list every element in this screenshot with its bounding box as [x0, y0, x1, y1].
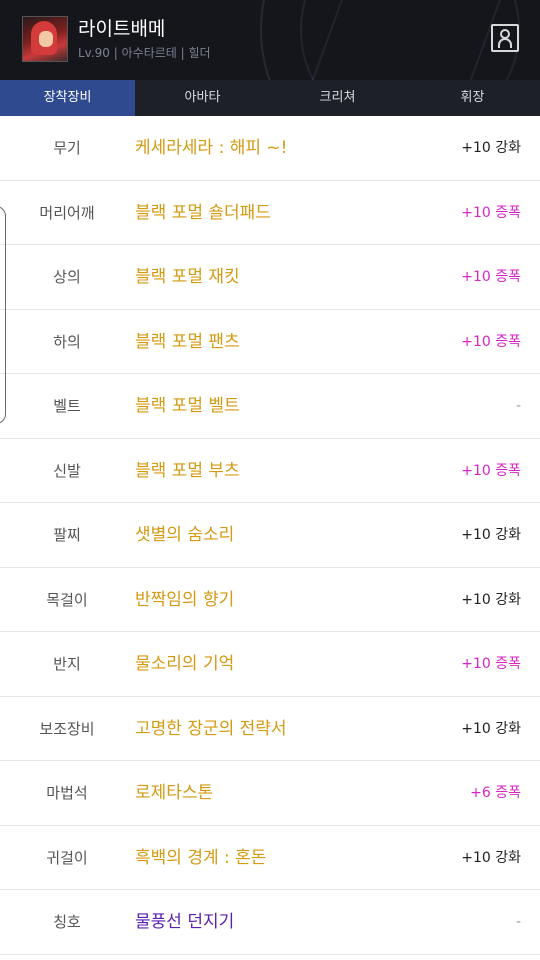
equipment-item-name: 블랙 포멀 벨트	[135, 396, 240, 416]
equipment-slot: 보조장비	[39, 719, 95, 738]
tab-equipment[interactable]: 장착장비	[0, 80, 135, 116]
equipment-slot: 반지	[53, 655, 81, 673]
equipment-row[interactable]: 무기 케세라세라 : 해피 ~! +10 강화	[0, 116, 540, 181]
equipment-row[interactable]: 상의 블랙 포멀 재킷 +10 증폭	[0, 245, 540, 310]
equipment-upgrade: +10 증폭	[461, 269, 521, 285]
character-avatar[interactable]	[22, 16, 68, 62]
tab-creature[interactable]: 크리쳐	[270, 80, 405, 116]
tab-avatar[interactable]: 아바타	[135, 80, 270, 116]
equipment-slot: 귀걸이	[46, 848, 88, 867]
equipment-slot: 하의	[53, 332, 81, 351]
equipment-item-name: 샛별의 숨소리	[135, 525, 235, 545]
equipment-row[interactable]: 벨트 블랙 포멀 벨트 -	[0, 374, 540, 439]
equipment-row[interactable]: 하의 블랙 포멀 팬츠 +10 증폭	[0, 310, 540, 374]
equipment-row[interactable]: 반지 물소리의 기억 +10 증폭	[0, 632, 540, 697]
equipment-upgrade: +10 강화	[461, 527, 521, 543]
equipment-item-name: 블랙 포멀 숄더패드	[135, 202, 271, 223]
character-name: 라이트배메	[78, 18, 166, 40]
equipment-item-name: 블랙 포멀 부츠	[135, 460, 240, 481]
equipment-slot: 마법석	[46, 784, 88, 802]
equipment-row[interactable]: 귀걸이 흑백의 경계 : 혼돈 +10 강화	[0, 826, 540, 890]
equipment-upgrade: +10 증폭	[461, 204, 521, 221]
equipment-upgrade: +10 강화	[461, 720, 521, 737]
equipment-item-name: 로제타스톤	[135, 783, 214, 803]
equipment-item-name: 흑백의 경계 : 혼돈	[135, 847, 267, 868]
equipment-list: 무기 케세라세라 : 해피 ~! +10 강화 머리어깨 블랙 포멀 숄더패드 …	[0, 116, 540, 955]
equipment-row[interactable]: 목걸이 반짝임의 향기 +10 강화	[0, 568, 540, 632]
equipment-item-name: 블랙 포멀 재킷	[135, 267, 240, 287]
equipment-upgrade: +10 강화	[461, 591, 521, 608]
equipment-upgrade: +10 증폭	[461, 462, 521, 479]
equipment-row[interactable]: 신발 블랙 포멀 부츠 +10 증폭	[0, 439, 540, 503]
equipment-upgrade: -	[515, 914, 521, 930]
equipment-slot: 신발	[53, 461, 81, 480]
profile-icon[interactable]	[491, 24, 519, 52]
equipment-item-name: 고명한 장군의 전략서	[135, 718, 287, 739]
tab-insignia[interactable]: 휘장	[405, 80, 540, 116]
avatar-face	[39, 31, 53, 47]
equipment-slot: 팔찌	[53, 526, 81, 544]
equipment-item-name: 물소리의 기억	[135, 654, 235, 674]
character-header: 라이트배메 Lv.90 | 아수타르테 | 힐더	[0, 0, 540, 80]
equipment-upgrade: +10 강화	[461, 849, 521, 866]
equipment-row[interactable]: 머리어깨 블랙 포멀 숄더패드 +10 증폭	[0, 181, 540, 245]
equipment-item-name: 케세라세라 : 해피 ~!	[135, 138, 288, 158]
equipment-slot: 머리어깨	[39, 203, 95, 222]
equipment-slot: 벨트	[53, 397, 81, 415]
equipment-slot: 목걸이	[46, 590, 88, 609]
equipment-item-name: 블랙 포멀 팬츠	[135, 331, 240, 352]
equipment-upgrade: -	[515, 398, 521, 414]
equipment-row[interactable]: 마법석 로제타스톤 +6 증폭	[0, 761, 540, 826]
equipment-row[interactable]: 보조장비 고명한 장군의 전략서 +10 강화	[0, 697, 540, 761]
equipment-slot: 상의	[53, 268, 81, 286]
equipment-row[interactable]: 칭호 물풍선 던지기 -	[0, 890, 540, 955]
equipment-item-name: 물풍선 던지기	[135, 912, 235, 932]
character-info: Lv.90 | 아수타르테 | 힐더	[78, 46, 211, 60]
profile-icon-body	[498, 38, 512, 48]
side-drawer-handle[interactable]	[0, 206, 6, 424]
equipment-upgrade: +10 증폭	[461, 656, 521, 672]
tab-bar: 장착장비 아바타 크리쳐 휘장	[0, 80, 540, 116]
equipment-upgrade: +10 강화	[461, 140, 521, 156]
equipment-row[interactable]: 팔찌 샛별의 숨소리 +10 강화	[0, 503, 540, 568]
equipment-upgrade: +6 증폭	[470, 785, 521, 801]
equipment-slot: 칭호	[53, 913, 81, 931]
equipment-slot: 무기	[53, 139, 81, 157]
equipment-item-name: 반짝임의 향기	[135, 589, 235, 610]
equipment-upgrade: +10 증폭	[461, 333, 521, 350]
